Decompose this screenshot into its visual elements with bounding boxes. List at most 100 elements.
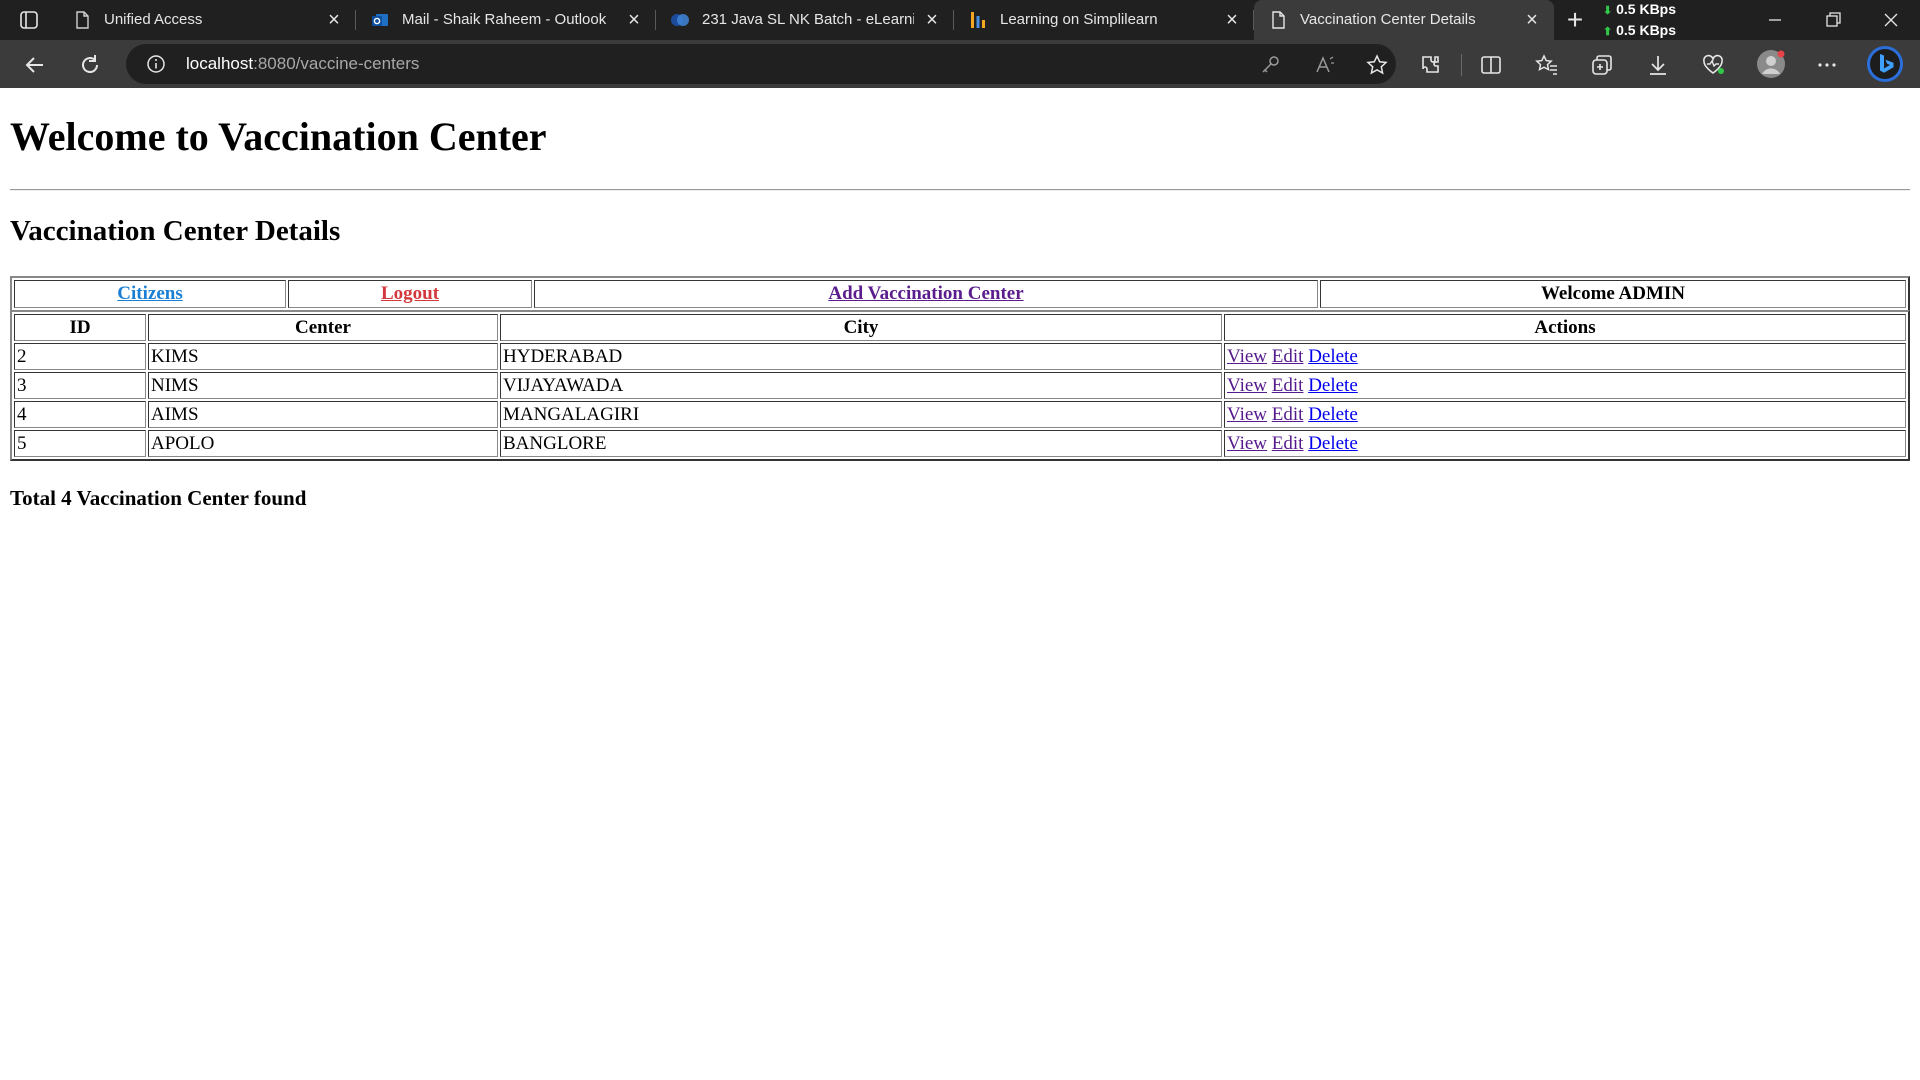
cell-id: 4: [14, 401, 146, 428]
tab-label: Mail - Shaik Raheem - Outlook: [402, 11, 607, 28]
cell-actions: View Edit Delete: [1224, 401, 1906, 428]
cell-id: 5: [14, 430, 146, 457]
restore-button[interactable]: [1818, 6, 1848, 34]
cell-city: BANGLORE: [500, 430, 1222, 457]
key-icon[interactable]: [1259, 54, 1281, 76]
new-tab-button[interactable]: +: [1562, 6, 1588, 34]
browser-chrome: Unified Access × Mail - Shaik Raheem - O…: [0, 0, 1920, 88]
close-window-button[interactable]: [1876, 6, 1906, 34]
tab-label: 231 Java SL NK Batch - eLearning: [702, 11, 914, 28]
read-aloud-icon[interactable]: [1314, 54, 1336, 76]
close-icon[interactable]: ×: [624, 10, 644, 30]
delete-link[interactable]: Delete: [1308, 346, 1358, 367]
logout-link[interactable]: Logout: [381, 283, 439, 304]
cell-city: MANGALAGIRI: [500, 401, 1222, 428]
horizontal-rule: [10, 189, 1910, 191]
cell-id: 3: [14, 372, 146, 399]
edit-link[interactable]: Edit: [1272, 404, 1304, 425]
column-header-id: ID: [14, 314, 146, 341]
close-icon[interactable]: ×: [1222, 10, 1242, 30]
split-screen-icon[interactable]: [1478, 52, 1504, 78]
welcome-message: Welcome ADMIN: [1320, 280, 1906, 308]
close-icon[interactable]: ×: [1522, 10, 1542, 30]
nav-table: Citizens Logout Add Vaccination Center W…: [10, 276, 1910, 312]
table-header-row: ID Center City Actions: [14, 314, 1906, 341]
tab-label: Learning on Simplilearn: [1000, 11, 1158, 28]
outlook-icon: [372, 14, 388, 26]
cell-center: KIMS: [148, 343, 498, 370]
collections-icon[interactable]: [1589, 52, 1615, 78]
cell-city: HYDERABAD: [500, 343, 1222, 370]
table-row: 2 KIMS HYDERABAD View Edit Delete: [14, 343, 1906, 370]
more-options-icon[interactable]: [1814, 52, 1840, 78]
cell-center: AIMS: [148, 401, 498, 428]
webex-icon: [671, 14, 689, 26]
citizens-link[interactable]: Citizens: [117, 283, 182, 304]
nav-cell-citizens: Citizens: [14, 280, 286, 308]
close-icon[interactable]: ×: [324, 10, 344, 30]
close-icon[interactable]: ×: [922, 10, 942, 30]
tab-strip: Unified Access × Mail - Shaik Raheem - O…: [0, 0, 1920, 40]
view-link[interactable]: View: [1227, 433, 1267, 454]
view-link[interactable]: View: [1227, 404, 1267, 425]
view-link[interactable]: View: [1227, 375, 1267, 396]
cell-id: 2: [14, 343, 146, 370]
cell-center: APOLO: [148, 430, 498, 457]
section-title: Vaccination Center Details: [10, 215, 341, 247]
page-icon: [1272, 11, 1285, 29]
extensions-icon[interactable]: [1418, 52, 1444, 78]
info-icon[interactable]: [146, 54, 166, 74]
tab-unified-access[interactable]: Unified Access ×: [58, 0, 356, 40]
network-speed: ⬇ 0.5 KBps ⬆ 0.5 KBps: [1603, 1, 1677, 38]
vaccination-center-table: ID Center City Actions 2 KIMS HYDERABAD …: [10, 310, 1910, 461]
downloads-icon[interactable]: [1645, 52, 1671, 78]
tab-elearning[interactable]: 231 Java SL NK Batch - eLearning ×: [656, 0, 954, 40]
edit-link[interactable]: Edit: [1272, 346, 1304, 367]
page-title: Welcome to Vaccination Center: [10, 114, 547, 159]
tab-simplilearn[interactable]: Learning on Simplilearn ×: [954, 0, 1254, 40]
download-arrow-icon: ⬇: [1603, 5, 1613, 17]
tab-label: Unified Access: [104, 11, 203, 28]
back-icon[interactable]: [22, 52, 48, 78]
nav-cell-logout: Logout: [288, 280, 532, 308]
delete-link[interactable]: Delete: [1308, 375, 1358, 396]
delete-link[interactable]: Delete: [1308, 404, 1358, 425]
column-header-center: Center: [148, 314, 498, 341]
toolbar-divider: [1461, 54, 1462, 76]
cell-center: NIMS: [148, 372, 498, 399]
simplilearn-icon: [971, 12, 985, 28]
toolbar: localhost:8080/vaccine-centers: [0, 40, 1920, 88]
cell-actions: View Edit Delete: [1224, 372, 1906, 399]
cell-actions: View Edit Delete: [1224, 430, 1906, 457]
browser-essentials-icon[interactable]: [1700, 52, 1726, 78]
edit-link[interactable]: Edit: [1272, 433, 1304, 454]
cell-city: VIJAYAWADA: [500, 372, 1222, 399]
column-header-city: City: [500, 314, 1222, 341]
column-header-actions: Actions: [1224, 314, 1906, 341]
table-row: 5 APOLO BANGLORE View Edit Delete: [14, 430, 1906, 457]
total-count: Total 4 Vaccination Center found: [10, 486, 307, 510]
profile-avatar-icon[interactable]: [1756, 49, 1786, 79]
favorite-star-icon[interactable]: [1366, 54, 1388, 76]
view-link[interactable]: View: [1227, 346, 1267, 367]
page-content: Welcome to Vaccination Center Vaccinatio…: [0, 88, 1920, 1080]
bing-copilot-icon[interactable]: [1866, 45, 1904, 83]
table-row: 4 AIMS MANGALAGIRI View Edit Delete: [14, 401, 1906, 428]
page-icon: [76, 11, 89, 29]
favorites-icon[interactable]: [1534, 52, 1560, 78]
table-row: 3 NIMS VIJAYAWADA View Edit Delete: [14, 372, 1906, 399]
address-bar[interactable]: localhost:8080/vaccine-centers: [126, 44, 1396, 84]
upload-arrow-icon: ⬆: [1603, 26, 1613, 38]
add-vaccination-center-link[interactable]: Add Vaccination Center: [828, 283, 1023, 304]
cell-actions: View Edit Delete: [1224, 343, 1906, 370]
minimize-button[interactable]: [1760, 6, 1790, 34]
tab-outlook[interactable]: Mail - Shaik Raheem - Outlook ×: [356, 0, 656, 40]
delete-link[interactable]: Delete: [1308, 433, 1358, 454]
tab-actions-icon[interactable]: [18, 9, 40, 31]
tab-vaccination-center[interactable]: Vaccination Center Details ×: [1254, 0, 1554, 40]
tab-label: Vaccination Center Details: [1300, 11, 1476, 28]
refresh-icon[interactable]: [77, 52, 103, 78]
url-text[interactable]: localhost:8080/vaccine-centers: [186, 53, 419, 75]
nav-cell-add: Add Vaccination Center: [534, 280, 1318, 308]
edit-link[interactable]: Edit: [1272, 375, 1304, 396]
